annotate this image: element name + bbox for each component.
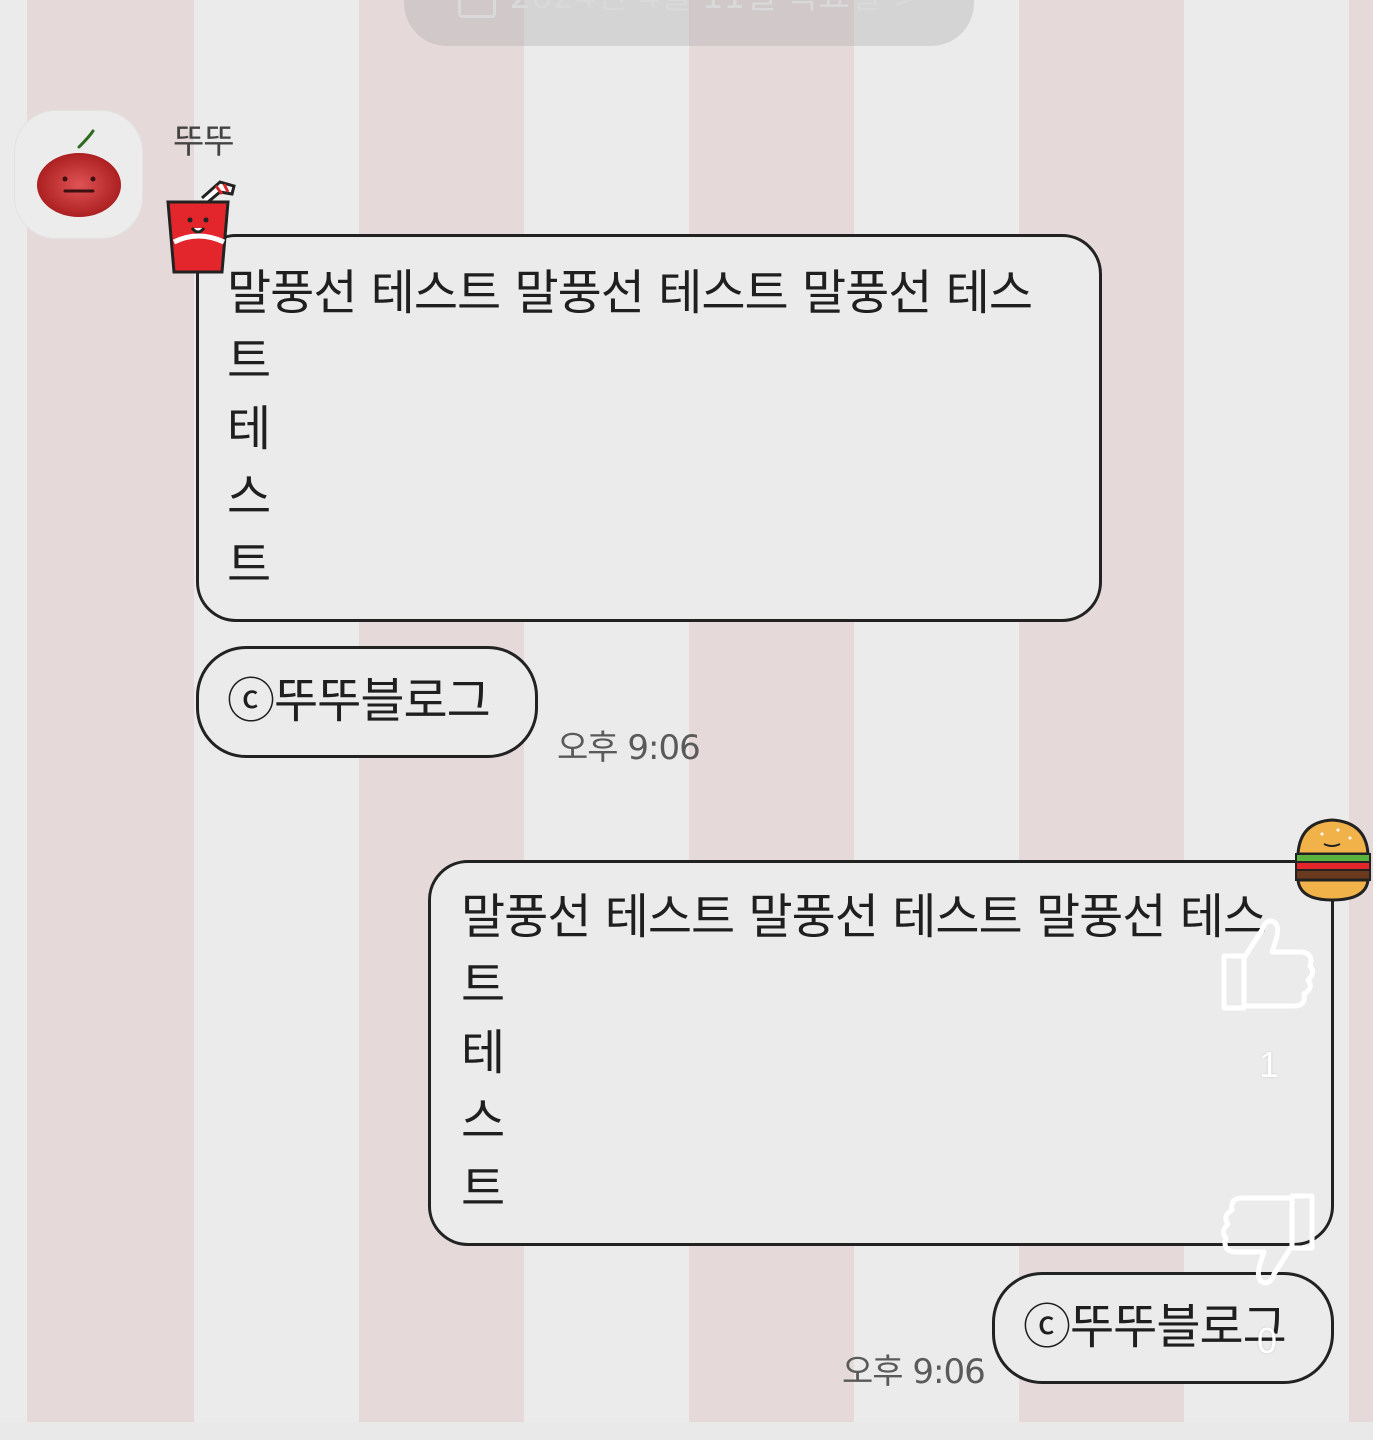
message-line: 트 xyxy=(461,957,505,1013)
incoming-message-bubble[interactable]: 말풍선 테스트 말풍선 테스트 말풍선 테스 트 테 스 트 xyxy=(196,234,1102,622)
copyright-text: ⓒ뚜뚜블로그 xyxy=(227,673,491,729)
like-count: 1 xyxy=(1259,1044,1280,1085)
incoming-copyright-bubble[interactable]: ⓒ뚜뚜블로그 xyxy=(196,646,538,758)
message-line: 말풍선 테스트 말풍선 테스트 말풍선 테스 xyxy=(227,265,1033,321)
message-line: 테 xyxy=(227,401,271,457)
sender-name: 뚜뚜 xyxy=(173,122,235,162)
thumbs-down-icon[interactable] xyxy=(1218,1188,1318,1292)
drink-cup-icon xyxy=(166,180,236,274)
message-line: 트 xyxy=(227,333,271,389)
message-line: 테 xyxy=(461,1025,505,1081)
calendar-icon xyxy=(457,0,496,18)
message-timestamp: 오후 9:06 xyxy=(557,728,701,768)
message-line: 스 xyxy=(461,1093,505,1149)
message-line: 스 xyxy=(227,469,271,525)
date-divider-label: 2024년 4월 11일 목요일 > xyxy=(510,0,921,18)
message-line: 트 xyxy=(461,1161,505,1217)
message-timestamp: 오후 9:06 xyxy=(842,1352,986,1392)
message-line: 말풍선 테스트 말풍선 테스트 말풍선 테스 xyxy=(461,889,1267,945)
copyright-text: ⓒ뚜뚜블로그 xyxy=(1023,1299,1287,1355)
thumbs-up-icon[interactable] xyxy=(1218,912,1318,1016)
burger-icon xyxy=(1295,818,1371,902)
message-line: 트 xyxy=(227,537,271,593)
bottom-bar xyxy=(0,1422,1373,1440)
date-divider[interactable]: 2024년 4월 11일 목요일 > xyxy=(404,0,974,46)
dislike-count: 0 xyxy=(1257,1320,1278,1361)
outgoing-message-bubble[interactable]: 말풍선 테스트 말풍선 테스트 말풍선 테스 트 테 스 트 xyxy=(428,860,1334,1246)
avatar[interactable] xyxy=(14,110,143,239)
tomato-icon xyxy=(36,129,121,217)
